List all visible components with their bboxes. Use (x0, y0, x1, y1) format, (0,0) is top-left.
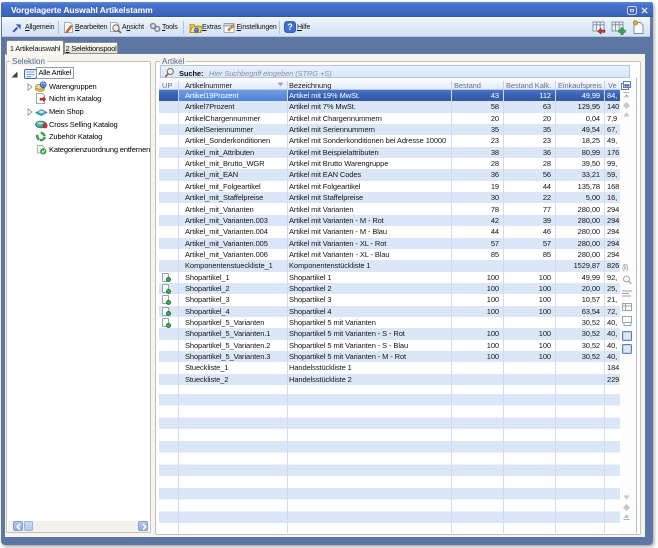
svg-text:?: ? (287, 22, 293, 32)
